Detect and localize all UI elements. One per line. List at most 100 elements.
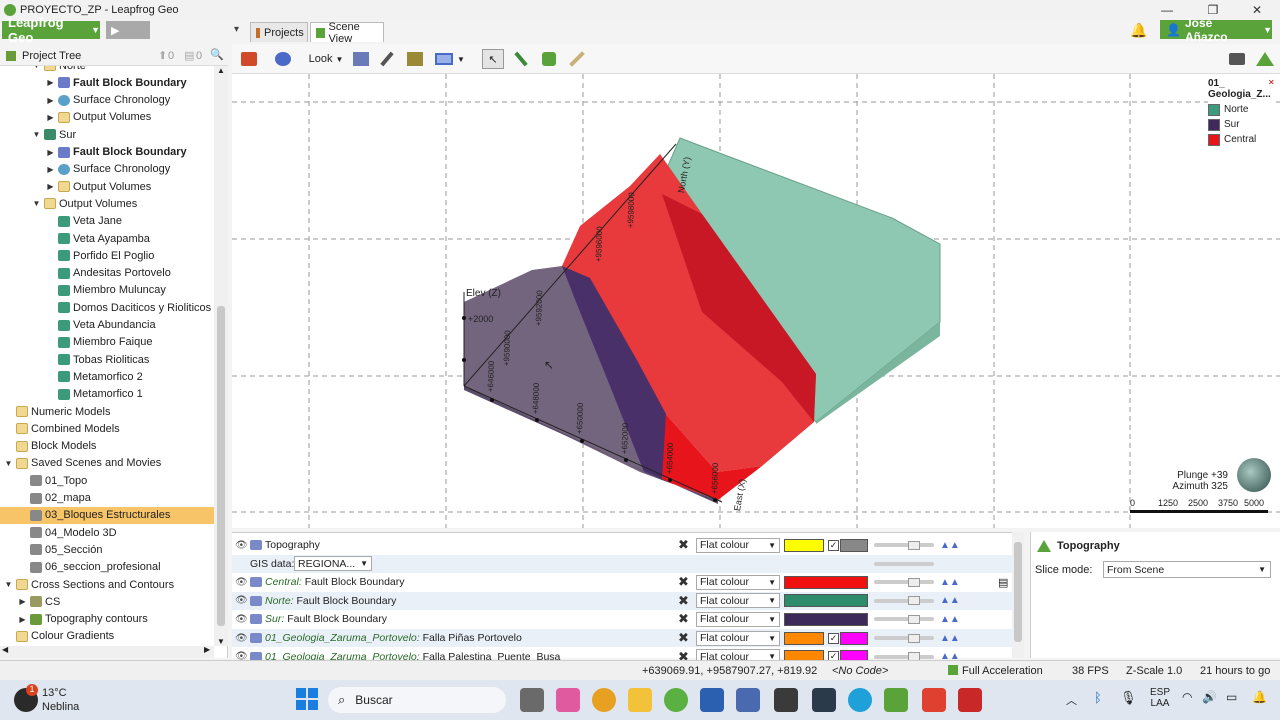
tree-item[interactable]: Numeric Models: [0, 403, 214, 420]
tree-item[interactable]: 04_Modelo 3D: [0, 524, 214, 541]
colour-mode-select[interactable]: Flat colour ▼: [696, 611, 780, 627]
tree-item[interactable]: ▶ CS: [0, 593, 214, 610]
draw-line-icon[interactable]: [510, 49, 532, 69]
presentation-app-icon[interactable]: [922, 688, 946, 712]
remove-icon[interactable]: ✖: [678, 593, 689, 609]
tree-item[interactable]: ▶ Topography contours: [0, 611, 214, 628]
ruler-icon[interactable]: [566, 49, 588, 69]
look-dropdown[interactable]: Look ▼: [306, 49, 346, 69]
transparency-slider[interactable]: [874, 636, 934, 640]
search-icon[interactable]: 🔍: [210, 48, 224, 61]
upload-arrow-icon[interactable]: [1254, 49, 1276, 69]
slider-handle[interactable]: [908, 614, 920, 624]
lighting-icon[interactable]: ▲▲: [940, 614, 960, 625]
collapse-arrow-icon[interactable]: ▼: [32, 199, 41, 208]
export-icon[interactable]: [272, 49, 294, 69]
tree-item[interactable]: ▶ Fault Block Boundary: [0, 144, 214, 161]
slice-mode-select[interactable]: From Scene ▼: [1103, 561, 1271, 578]
colour-swatch[interactable]: [840, 631, 868, 645]
wifi-icon[interactable]: ◠: [1182, 690, 1192, 704]
tree-item[interactable]: ▶ Output Volumes: [0, 109, 214, 126]
transparency-slider[interactable]: [874, 598, 934, 603]
tabs-dropdown-icon[interactable]: ▾: [234, 24, 239, 35]
expand-arrow-icon[interactable]: ▶: [18, 597, 27, 606]
colour-swatch[interactable]: [784, 631, 824, 645]
bell-icon[interactable]: 🔔: [1130, 22, 1147, 39]
notification-bell-icon[interactable]: 🔔: [1252, 690, 1267, 704]
eye-icon[interactable]: 👁: [235, 577, 248, 588]
minimize-icon[interactable]: —: [1144, 0, 1190, 20]
eye-icon[interactable]: 👁: [235, 540, 248, 551]
tree-item[interactable]: Domos Daciticos y Rioliticos: [0, 299, 214, 316]
eye-icon[interactable]: 👁: [235, 595, 248, 606]
tree-item[interactable]: Veta Ayapamba: [0, 230, 214, 247]
collapse-arrow-icon[interactable]: ▼: [4, 459, 13, 468]
scene-view[interactable]: Elev (Z) +2000 North (Y) East (X) +64600…: [232, 74, 1280, 528]
transparency-slider[interactable]: [874, 580, 934, 585]
expand-arrow-icon[interactable]: ▶: [46, 78, 55, 87]
transparency-slider[interactable]: [874, 561, 934, 566]
file-explorer-icon[interactable]: [628, 688, 652, 712]
zscale-readout[interactable]: Z-Scale 1.0: [1126, 665, 1182, 677]
tree-item[interactable]: ▶ Surface Chronology: [0, 161, 214, 178]
microphone-icon[interactable]: 🎙: [1120, 690, 1137, 706]
copilot-icon[interactable]: [556, 688, 580, 712]
lighting-icon[interactable]: ▲▲: [940, 633, 960, 644]
tree-item[interactable]: Tobas Rioliticas: [0, 351, 214, 368]
tree-item[interactable]: 02_mapa: [0, 490, 214, 507]
select-arrow-icon[interactable]: ↖: [482, 49, 504, 69]
store-icon[interactable]: [736, 688, 760, 712]
leapfrog-taskbar-icon[interactable]: [884, 688, 908, 712]
tab-scene-view[interactable]: Scene View: [310, 21, 384, 45]
expand-arrow-icon[interactable]: ▶: [46, 182, 55, 191]
tree-hscrollbar[interactable]: ◀ ▶: [0, 645, 214, 658]
tree-item[interactable]: 06_seccion_profesional: [0, 559, 214, 576]
tree-item[interactable]: ▼ Output Volumes: [0, 195, 214, 212]
chevron-up-icon[interactable]: ︿: [1066, 692, 1077, 708]
transparency-slider[interactable]: [874, 617, 934, 622]
colour-swatch[interactable]: [784, 594, 868, 608]
tree-item[interactable]: ▶ Fault Block Boundary: [0, 74, 214, 91]
slider-handle[interactable]: [908, 577, 920, 587]
mail-app-icon[interactable]: [958, 688, 982, 712]
slider-handle[interactable]: [908, 633, 920, 643]
checkbox[interactable]: ✓: [828, 539, 839, 551]
save-scene-icon[interactable]: [238, 49, 260, 69]
shape-list-row[interactable]: 👁 01_Geologia_Zaruma_Portovelo: Falla Piñ…: [232, 629, 1012, 647]
shape-list-row[interactable]: GIS data: REGIONA... ▼: [232, 554, 1012, 573]
remove-icon[interactable]: ✖: [678, 630, 689, 646]
tree-item[interactable]: ▼ Saved Scenes and Movies: [0, 455, 214, 472]
shape-list-row[interactable]: 👁 Norte: Fault Block Boundary ✖ Flat colour…: [232, 591, 1012, 610]
tree-item[interactable]: ▼ Norte: [0, 66, 214, 74]
tab-projects[interactable]: Projects: [250, 22, 308, 42]
camera-icon[interactable]: [1226, 49, 1248, 69]
transparency-slider[interactable]: [874, 543, 934, 547]
slicer-icon[interactable]: [350, 49, 372, 69]
eye-icon[interactable]: 👁: [235, 614, 248, 625]
play-button[interactable]: ▶: [106, 21, 150, 39]
tree-item[interactable]: ▼ Sur: [0, 126, 214, 143]
tree-item[interactable]: Porfido El Poglio: [0, 247, 214, 264]
tree-item[interactable]: Metamorfico 2: [0, 368, 214, 385]
list-icon[interactable]: ▤: [184, 49, 194, 62]
user-menu-button[interactable]: 👤 José Añazco ▼: [1160, 16, 1272, 44]
up-icon[interactable]: ⬆: [158, 49, 167, 62]
tree-item[interactable]: Veta Abundancia: [0, 317, 214, 334]
checkbox[interactable]: ✓: [828, 632, 839, 644]
no-code-label[interactable]: <No Code>: [832, 665, 888, 677]
view-dropdown[interactable]: ▼: [432, 49, 468, 69]
tree-item[interactable]: 03_Bloques Estructurales: [0, 506, 214, 524]
expand-arrow-icon[interactable]: ▶: [46, 113, 55, 122]
chrome-icon[interactable]: [592, 688, 616, 712]
search-box[interactable]: ⌕ Buscar: [328, 687, 506, 713]
start-icon[interactable]: [296, 688, 318, 710]
app-icon[interactable]: [774, 688, 798, 712]
colour-mode-select[interactable]: Flat colour ▼: [696, 574, 780, 590]
tree-item[interactable]: 05_Sección: [0, 541, 214, 558]
tree-item[interactable]: Veta Jane: [0, 213, 214, 230]
slider-handle[interactable]: [908, 596, 920, 606]
tree-item[interactable]: ▶ Surface Chronology: [0, 92, 214, 109]
legend-close-icon[interactable]: ✕: [1268, 78, 1275, 87]
shape-list-row[interactable]: 👁 Sur: Fault Block Boundary ✖ Flat colour ▼ ▲…: [232, 610, 1012, 628]
lighting-icon[interactable]: ▲▲: [940, 540, 960, 551]
